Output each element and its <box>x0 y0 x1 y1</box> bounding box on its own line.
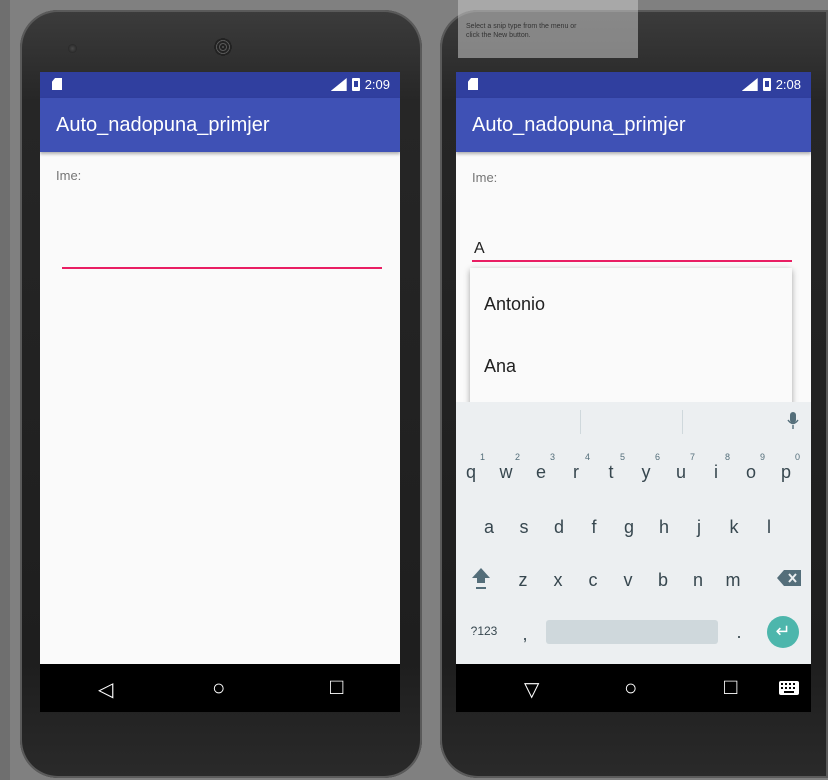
app-title: Auto_nadopuna_primjer <box>472 114 686 136</box>
keyboard-back-button[interactable]: ▽ <box>524 677 539 702</box>
key-i[interactable]: i <box>701 462 731 483</box>
key-p[interactable]: p <box>771 462 801 483</box>
key-q[interactable]: q <box>456 462 486 483</box>
key-k[interactable]: k <box>719 517 749 538</box>
symbols-key[interactable]: ?123 <box>464 624 504 638</box>
key-h[interactable]: h <box>649 517 679 538</box>
signal-icon: 3G <box>330 78 347 91</box>
sd-card-icon <box>52 78 62 90</box>
key-hint-number: 2 <box>515 452 521 462</box>
key-g[interactable]: g <box>614 517 644 538</box>
suggestion-item[interactable]: Antonio <box>484 294 545 315</box>
app-bar: Auto_nadopuna_primjer <box>456 98 811 152</box>
name-input[interactable]: A <box>474 240 485 258</box>
home-button[interactable]: ○ <box>212 675 225 701</box>
status-bar: 3G 2:08 <box>456 72 811 98</box>
sd-card-icon <box>468 78 478 90</box>
window-edge <box>0 0 10 780</box>
recents-button[interactable]: □ <box>724 674 737 700</box>
key-y[interactable]: y <box>631 462 661 483</box>
key-e[interactable]: e <box>526 462 556 483</box>
snipping-tool-overlay: Select a snip type from the menu or clic… <box>458 0 638 58</box>
key-l[interactable]: l <box>754 517 784 538</box>
key-d[interactable]: d <box>544 517 574 538</box>
key-x[interactable]: x <box>543 570 573 591</box>
divider <box>580 410 581 434</box>
backspace-icon[interactable] <box>777 570 801 586</box>
home-button[interactable]: ○ <box>624 675 637 701</box>
emulator-left: 3G 2:09 Auto_nadopuna_primjer Ime: ◁ ○ □ <box>20 10 422 778</box>
app-title: Auto_nadopuna_primjer <box>56 114 270 136</box>
key-m[interactable]: m <box>718 570 748 591</box>
battery-icon <box>351 78 360 91</box>
enter-key[interactable]: ↵ <box>767 616 799 648</box>
speaker-grille <box>214 38 232 56</box>
app-bar: Auto_nadopuna_primjer <box>40 98 400 152</box>
key-v[interactable]: v <box>613 570 643 591</box>
period-key[interactable]: . <box>724 622 754 643</box>
key-u[interactable]: u <box>666 462 696 483</box>
back-button[interactable]: ◁ <box>98 677 113 702</box>
battery-icon <box>762 78 771 91</box>
emulator-right: 3G 2:08 Auto_nadopuna_primjer Ime: A Ant… <box>440 10 828 778</box>
autocomplete-dropdown: Antonio Ana <box>470 268 792 408</box>
key-hint-number: 9 <box>760 452 766 462</box>
key-hint-number: 3 <box>550 452 556 462</box>
key-z[interactable]: z <box>508 570 538 591</box>
key-o[interactable]: o <box>736 462 766 483</box>
network-type: 3G <box>318 75 330 84</box>
key-hint-number: 0 <box>795 452 801 462</box>
network-type: 3G <box>729 75 741 84</box>
key-r[interactable]: r <box>561 462 591 483</box>
signal-icon: 3G <box>741 78 758 91</box>
recents-button[interactable]: □ <box>330 674 343 700</box>
name-input[interactable] <box>60 232 380 268</box>
name-field-label: Ime: <box>56 168 82 183</box>
key-w[interactable]: w <box>491 462 521 483</box>
key-s[interactable]: s <box>509 517 539 538</box>
key-f[interactable]: f <box>579 517 609 538</box>
key-t[interactable]: t <box>596 462 626 483</box>
key-n[interactable]: n <box>683 570 713 591</box>
keyboard-icon[interactable] <box>779 681 799 695</box>
screen-left: 3G 2:09 Auto_nadopuna_primjer Ime: ◁ ○ □ <box>40 72 400 712</box>
front-camera <box>68 44 77 53</box>
status-time: 2:08 <box>775 77 801 92</box>
key-b[interactable]: b <box>648 570 678 591</box>
key-a[interactable]: a <box>474 517 504 538</box>
key-hint-number: 1 <box>480 452 486 462</box>
input-underline <box>472 260 792 262</box>
key-hint-number: 8 <box>725 452 731 462</box>
input-underline <box>62 267 382 269</box>
key-hint-number: 6 <box>655 452 661 462</box>
key-hint-number: 7 <box>690 452 696 462</box>
comma-key[interactable]: , <box>510 624 540 645</box>
space-bar[interactable] <box>546 620 718 644</box>
key-hint-number: 4 <box>585 452 591 462</box>
suggestion-item[interactable]: Ana <box>484 356 516 377</box>
navigation-bar: ▽ ○ □ <box>456 664 811 712</box>
navigation-bar: ◁ ○ □ <box>40 664 400 712</box>
divider <box>682 410 683 434</box>
snip-tooltip-text: Select a snip type from the menu or clic… <box>466 23 577 39</box>
status-bar: 3G 2:09 <box>40 72 400 98</box>
key-j[interactable]: j <box>684 517 714 538</box>
status-time: 2:09 <box>364 77 390 92</box>
shift-icon[interactable] <box>470 566 492 590</box>
name-field-label: Ime: <box>472 170 498 185</box>
suggestion-strip <box>456 402 811 442</box>
key-c[interactable]: c <box>578 570 608 591</box>
screen-right: 3G 2:08 Auto_nadopuna_primjer Ime: A Ant… <box>456 72 811 712</box>
soft-keyboard: ?123 , . ↵ q1w2e3r4t5y6u7i8o9p0 asdfghjkl… <box>456 402 811 664</box>
key-hint-number: 5 <box>620 452 626 462</box>
mic-icon[interactable] <box>787 412 799 430</box>
